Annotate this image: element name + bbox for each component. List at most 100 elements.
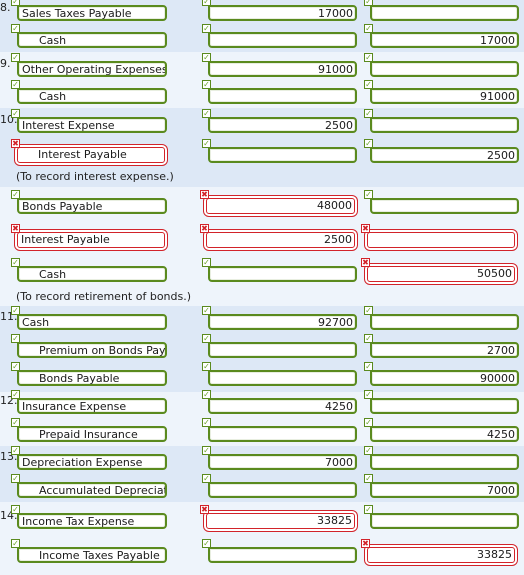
credit-field[interactable] <box>370 398 519 414</box>
debit-field[interactable] <box>208 547 357 563</box>
debit-field[interactable] <box>208 266 357 282</box>
debit-field[interactable]: 33825 <box>206 513 355 529</box>
checkmark-icon: ✓ <box>11 362 20 371</box>
credit-field[interactable] <box>370 5 519 21</box>
checkmark-icon: ✓ <box>202 418 211 427</box>
debit-field[interactable]: 2500 <box>206 232 355 248</box>
checkmark-icon: ✓ <box>202 390 211 399</box>
checkmark-icon: ✓ <box>202 306 211 315</box>
entry-explanation: (To record retirement of bonds.) <box>16 290 192 303</box>
checkmark-icon: ✓ <box>364 505 373 514</box>
checkmark-icon: ✓ <box>202 362 211 371</box>
checkmark-icon: ✓ <box>11 390 20 399</box>
checkmark-icon: ✓ <box>364 24 373 33</box>
credit-field[interactable]: 50500 <box>367 266 515 282</box>
account-field[interactable]: Insurance Expense <box>17 398 167 414</box>
account-field[interactable]: Interest Expense <box>17 117 167 133</box>
credit-field[interactable] <box>370 198 519 214</box>
checkmark-icon: ✓ <box>202 24 211 33</box>
credit-field[interactable] <box>367 232 515 248</box>
debit-field[interactable]: 4250 <box>208 398 357 414</box>
x-mark-icon: ✖ <box>11 224 20 233</box>
checkmark-icon: ✓ <box>202 446 211 455</box>
x-mark-icon: ✖ <box>200 505 209 514</box>
account-field[interactable]: Cash <box>17 314 167 330</box>
debit-field[interactable] <box>208 88 357 104</box>
checkmark-icon: ✓ <box>11 418 20 427</box>
debit-field[interactable]: 48000 <box>206 198 355 214</box>
checkmark-icon: ✓ <box>202 0 211 6</box>
checkmark-icon: ✓ <box>202 139 211 148</box>
credit-field[interactable]: 2500 <box>370 147 519 163</box>
credit-field[interactable] <box>370 314 519 330</box>
debit-field[interactable]: 2500 <box>208 117 357 133</box>
checkmark-icon: ✓ <box>11 190 20 199</box>
credit-field[interactable] <box>370 117 519 133</box>
debit-field[interactable] <box>208 426 357 442</box>
debit-field[interactable]: 7000 <box>208 454 357 470</box>
credit-field[interactable]: 33825 <box>367 547 515 563</box>
account-field[interactable]: Accumulated Depreciati <box>17 482 167 498</box>
credit-field[interactable]: 2700 <box>370 342 519 358</box>
checkmark-icon: ✓ <box>364 306 373 315</box>
debit-field[interactable] <box>208 342 357 358</box>
x-mark-icon: ✖ <box>361 258 370 267</box>
credit-field[interactable]: 17000 <box>370 32 519 48</box>
checkmark-icon: ✓ <box>202 53 211 62</box>
debit-field[interactable] <box>208 482 357 498</box>
checkmark-icon: ✓ <box>11 258 20 267</box>
checkmark-icon: ✓ <box>11 24 20 33</box>
debit-field[interactable]: 92700 <box>208 314 357 330</box>
entry-number: 9. <box>0 57 11 70</box>
entry-explanation: (To record interest expense.) <box>16 170 174 183</box>
entry-number: 8. <box>0 1 11 14</box>
x-mark-icon: ✖ <box>361 539 370 548</box>
x-mark-icon: ✖ <box>200 190 209 199</box>
debit-field[interactable] <box>208 32 357 48</box>
account-field[interactable]: Income Taxes Payable <box>17 547 167 563</box>
checkmark-icon: ✓ <box>364 190 373 199</box>
checkmark-icon: ✓ <box>364 109 373 118</box>
checkmark-icon: ✓ <box>202 258 211 267</box>
checkmark-icon: ✓ <box>202 474 211 483</box>
x-mark-icon: ✖ <box>361 224 370 233</box>
account-field[interactable]: Interest Payable <box>17 232 165 248</box>
account-field[interactable]: Depreciation Expense <box>17 454 167 470</box>
x-mark-icon: ✖ <box>11 139 20 148</box>
account-field[interactable]: Cash <box>17 266 167 282</box>
credit-field[interactable]: 91000 <box>370 88 519 104</box>
checkmark-icon: ✓ <box>11 80 20 89</box>
checkmark-icon: ✓ <box>364 474 373 483</box>
checkmark-icon: ✓ <box>11 334 20 343</box>
debit-field[interactable]: 17000 <box>208 5 357 21</box>
debit-field[interactable] <box>208 147 357 163</box>
checkmark-icon: ✓ <box>11 109 20 118</box>
checkmark-icon: ✓ <box>11 306 20 315</box>
account-field[interactable]: Bonds Payable <box>17 198 167 214</box>
credit-field[interactable] <box>370 513 519 529</box>
account-field[interactable]: Income Tax Expense <box>17 513 167 529</box>
checkmark-icon: ✓ <box>364 446 373 455</box>
account-field[interactable]: Cash <box>17 88 167 104</box>
account-field[interactable]: Premium on Bonds Pay <box>17 342 167 358</box>
account-field[interactable]: Cash <box>17 32 167 48</box>
credit-field[interactable] <box>370 454 519 470</box>
account-field[interactable]: Other Operating Expenses <box>17 61 167 77</box>
credit-field[interactable]: 7000 <box>370 482 519 498</box>
debit-field[interactable]: 91000 <box>208 61 357 77</box>
checkmark-icon: ✓ <box>202 109 211 118</box>
checkmark-icon: ✓ <box>202 80 211 89</box>
account-field[interactable]: Bonds Payable <box>17 370 167 386</box>
account-field[interactable]: Sales Taxes Payable <box>17 5 167 21</box>
x-mark-icon: ✖ <box>200 224 209 233</box>
checkmark-icon: ✓ <box>202 334 211 343</box>
debit-field[interactable] <box>208 370 357 386</box>
account-field[interactable]: Prepaid Insurance <box>17 426 167 442</box>
credit-field[interactable]: 90000 <box>370 370 519 386</box>
checkmark-icon: ✓ <box>11 505 20 514</box>
checkmark-icon: ✓ <box>364 0 373 6</box>
checkmark-icon: ✓ <box>364 418 373 427</box>
account-field[interactable]: Interest Payable <box>17 147 165 163</box>
credit-field[interactable]: 4250 <box>370 426 519 442</box>
credit-field[interactable] <box>370 61 519 77</box>
